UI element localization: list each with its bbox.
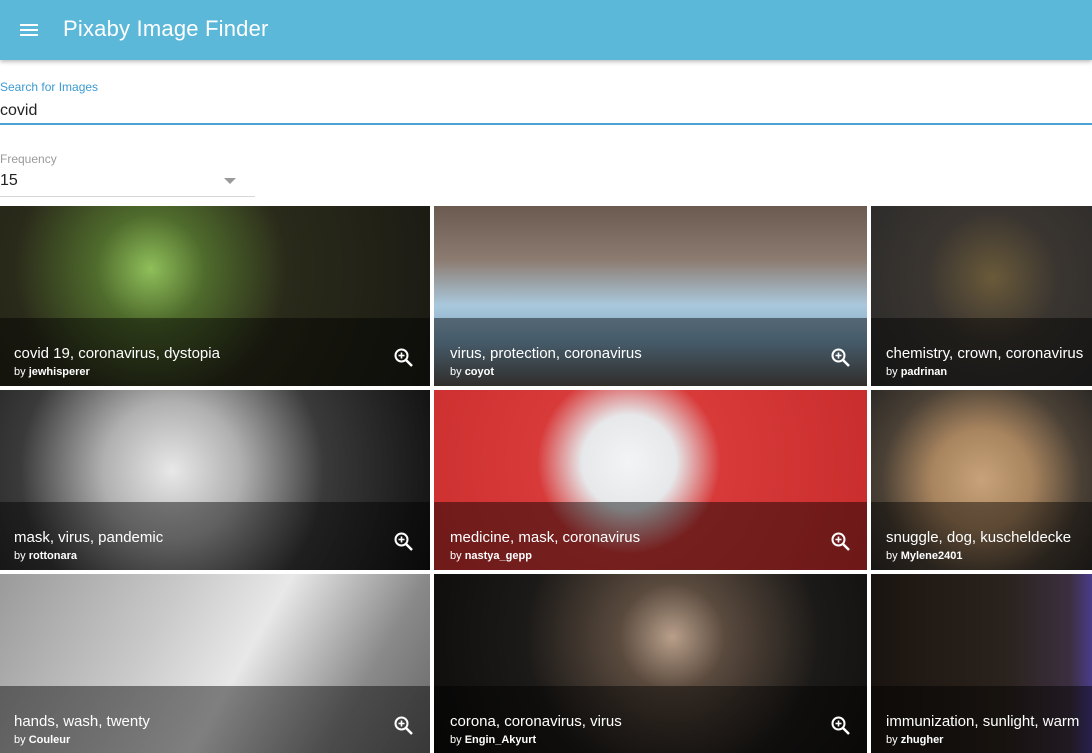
author-name: rottonara bbox=[28, 550, 77, 562]
menu-icon[interactable] bbox=[14, 14, 46, 46]
image-tags: snuggle, dog, kuscheldecke bbox=[886, 529, 1072, 546]
author-prefix: by bbox=[450, 734, 462, 746]
search-label: Search for Images bbox=[0, 80, 99, 94]
search-underline bbox=[0, 123, 1092, 125]
search-field: Search for Images bbox=[0, 78, 1092, 125]
image-tags: medicine, mask, coronavirus bbox=[450, 529, 641, 546]
zoom-in-icon[interactable] bbox=[829, 346, 853, 370]
image-tile[interactable]: chemistry, crown, coronavirus by padrina… bbox=[871, 206, 1092, 386]
author-prefix: by bbox=[450, 366, 462, 378]
image-tags: chemistry, crown, coronavirus bbox=[886, 345, 1084, 362]
author-name: zhugher bbox=[900, 734, 944, 746]
image-tile[interactable]: medicine, mask, coronavirus by nastya_ge… bbox=[434, 390, 867, 570]
image-tile[interactable]: snuggle, dog, kuscheldecke by Mylene2401 bbox=[871, 390, 1092, 570]
author-name: jewhisperer bbox=[28, 366, 90, 378]
image-tags: covid 19, coronavirus, dystopia bbox=[14, 345, 220, 362]
author-name: padrinan bbox=[900, 366, 948, 378]
image-tags: mask, virus, pandemic bbox=[14, 529, 164, 546]
image-author: by Mylene2401 bbox=[886, 550, 962, 562]
author-name: Mylene2401 bbox=[900, 550, 963, 562]
zoom-in-icon[interactable] bbox=[829, 530, 853, 554]
frequency-select[interactable]: Frequency 15 bbox=[0, 150, 255, 198]
author-name: coyot bbox=[464, 366, 495, 378]
author-prefix: by bbox=[886, 366, 898, 378]
dropdown-arrow-icon bbox=[224, 178, 236, 184]
image-tags: immunization, sunlight, warm bbox=[886, 713, 1080, 730]
author-prefix: by bbox=[450, 550, 462, 562]
app-bar: Pixaby Image Finder bbox=[0, 0, 1092, 60]
app-title: Pixaby Image Finder bbox=[63, 16, 269, 41]
image-author: by rottonara bbox=[14, 550, 77, 562]
image-tile[interactable]: covid 19, coronavirus, dystopia by jewhi… bbox=[0, 206, 430, 386]
author-name: nastya_gepp bbox=[464, 550, 532, 562]
image-author: by Couleur bbox=[14, 734, 70, 746]
image-author: by zhugher bbox=[886, 734, 943, 746]
image-author: by nastya_gepp bbox=[450, 550, 532, 562]
frequency-value: 15 bbox=[0, 172, 18, 189]
image-author: by coyot bbox=[450, 366, 494, 378]
author-prefix: by bbox=[14, 550, 26, 562]
search-input[interactable] bbox=[0, 100, 1092, 122]
image-author: by padrinan bbox=[886, 366, 947, 378]
zoom-in-icon[interactable] bbox=[829, 714, 853, 738]
zoom-in-icon[interactable] bbox=[392, 346, 416, 370]
image-tags: virus, protection, coronavirus bbox=[450, 345, 642, 362]
author-name: Couleur bbox=[28, 734, 71, 746]
author-prefix: by bbox=[14, 734, 26, 746]
author-prefix: by bbox=[14, 366, 26, 378]
author-name: Engin_Akyurt bbox=[464, 734, 537, 746]
image-author: by jewhisperer bbox=[14, 366, 90, 378]
image-author: by Engin_Akyurt bbox=[450, 734, 536, 746]
zoom-in-icon[interactable] bbox=[392, 714, 416, 738]
frequency-label: Frequency bbox=[0, 152, 57, 166]
image-tile[interactable]: corona, coronavirus, virus by Engin_Akyu… bbox=[434, 574, 867, 753]
image-tile[interactable]: mask, virus, pandemic by rottonara bbox=[0, 390, 430, 570]
zoom-in-icon[interactable] bbox=[392, 530, 416, 554]
author-prefix: by bbox=[886, 550, 898, 562]
frequency-underline bbox=[0, 196, 255, 197]
image-tags: corona, coronavirus, virus bbox=[450, 713, 622, 730]
image-tags: hands, wash, twenty bbox=[14, 713, 150, 730]
author-prefix: by bbox=[886, 734, 898, 746]
image-grid: covid 19, coronavirus, dystopia by jewhi… bbox=[0, 206, 1092, 753]
image-tile[interactable]: immunization, sunlight, warm by zhugher bbox=[871, 574, 1092, 753]
image-tile[interactable]: virus, protection, coronavirus by coyot bbox=[434, 206, 867, 386]
image-tile[interactable]: hands, wash, twenty by Couleur bbox=[0, 574, 430, 753]
